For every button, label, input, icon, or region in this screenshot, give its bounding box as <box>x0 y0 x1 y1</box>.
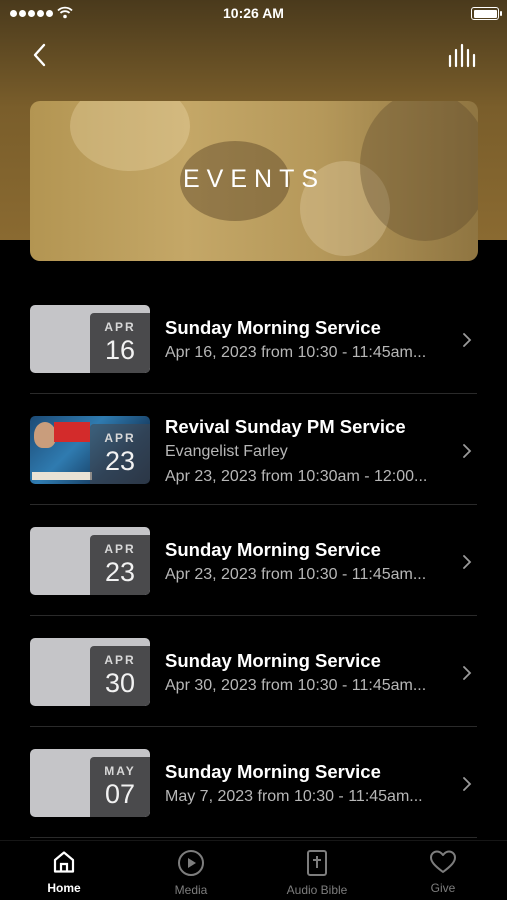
tab-media[interactable]: Media <box>141 849 241 897</box>
date-day: 23 <box>104 557 136 587</box>
tab-label-home: Home <box>47 881 81 895</box>
play-circle-icon <box>178 850 204 876</box>
date-month: APR <box>104 653 136 667</box>
event-date-text: May 7, 2023 from 10:30 - 11:45am... <box>165 788 423 805</box>
event-title: Revival Sunday PM Service <box>165 416 406 437</box>
event-title: Sunday Morning Service <box>165 650 381 671</box>
row-divider <box>30 837 477 838</box>
event-row[interactable]: APR 16 Sunday Morning Service Apr 16, 20… <box>0 283 507 394</box>
event-thumbnail: APR 30 <box>30 638 150 706</box>
banner-title: EVENTS <box>182 165 326 193</box>
event-row[interactable]: APR 30 Sunday Morning Service Apr 30, 20… <box>0 616 507 727</box>
chevron-right-icon <box>463 555 472 569</box>
event-date-text: Apr 23, 2023 from 10:30 - 11:45am... <box>165 566 427 583</box>
event-date-text: Apr 30, 2023 from 10:30 - 11:45am... <box>165 677 427 694</box>
date-day: 23 <box>104 446 136 476</box>
event-thumbnail: MAY 07 <box>30 749 150 817</box>
event-row[interactable]: APR 23 Revival Sunday PM Service Evangel… <box>0 394 507 505</box>
tab-give[interactable]: Give <box>393 849 493 895</box>
date-badge: APR 23 <box>90 535 150 595</box>
tab-label-give: Give <box>430 881 456 895</box>
audio-bars-icon[interactable] <box>447 42 477 70</box>
date-month: APR <box>104 320 136 334</box>
tab-label-audio-bible: Audio Bible <box>286 883 348 897</box>
events-list: APR 16 Sunday Morning Service Apr 16, 20… <box>0 283 507 838</box>
home-icon <box>53 851 75 873</box>
event-thumbnail: APR 23 <box>30 416 150 484</box>
date-badge: APR 23 <box>90 424 150 484</box>
tab-bar: Home Media Audio Bible Give <box>0 840 507 900</box>
event-title: Sunday Morning Service <box>165 761 381 782</box>
date-month: APR <box>104 542 136 556</box>
event-row[interactable]: MAY 07 Sunday Morning Service May 7, 202… <box>0 727 507 838</box>
date-badge: MAY 07 <box>90 757 150 817</box>
chevron-right-icon <box>463 444 472 458</box>
event-title: Sunday Morning Service <box>165 539 381 560</box>
events-banner: EVENTS <box>30 101 478 261</box>
event-date-text: Apr 16, 2023 from 10:30 - 11:45am... <box>165 344 427 361</box>
date-day: 30 <box>104 668 136 698</box>
date-badge: APR 30 <box>90 646 150 706</box>
date-day: 07 <box>104 779 136 809</box>
heart-icon <box>430 850 456 873</box>
date-day: 16 <box>104 335 136 365</box>
chevron-right-icon <box>463 333 472 347</box>
status-time: 10:26 AM <box>223 5 284 21</box>
tab-home[interactable]: Home <box>14 849 114 895</box>
status-bar: 10:26 AM <box>0 0 507 28</box>
tab-audio-bible[interactable]: Audio Bible <box>267 849 367 897</box>
nav-bar <box>0 34 507 74</box>
tab-label-media: Media <box>174 883 208 897</box>
date-badge: APR 16 <box>90 313 150 373</box>
chevron-right-icon <box>463 666 472 680</box>
event-title: Sunday Morning Service <box>165 317 381 338</box>
event-subtitle: Evangelist Farley <box>165 443 288 460</box>
chevron-left-icon[interactable] <box>28 40 54 70</box>
date-month: MAY <box>104 764 136 778</box>
event-thumbnail: APR 16 <box>30 305 150 373</box>
date-month: APR <box>104 431 136 445</box>
event-date-text: Apr 23, 2023 from 10:30am - 12:00... <box>165 468 428 485</box>
chevron-right-icon <box>463 777 472 791</box>
event-row[interactable]: APR 23 Sunday Morning Service Apr 23, 20… <box>0 505 507 616</box>
event-thumbnail: APR 23 <box>30 527 150 595</box>
bible-icon <box>307 850 327 876</box>
battery-icon <box>471 7 502 20</box>
